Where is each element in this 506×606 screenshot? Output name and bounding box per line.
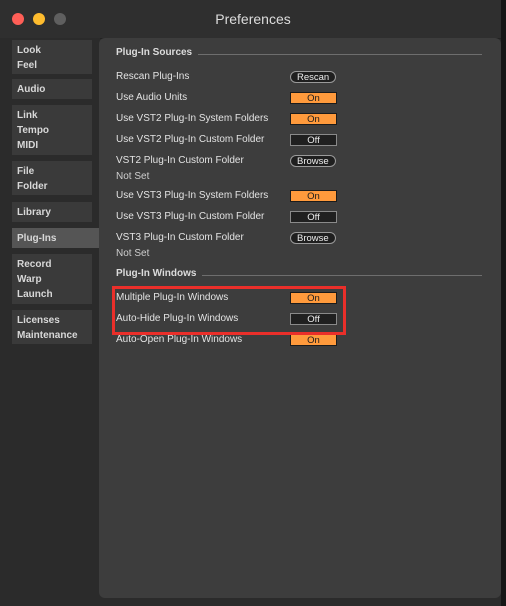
sidebar-item-label: Maintenance: [17, 330, 78, 341]
vst3-custom-folder-label: VST3 Plug-In Custom Folder: [116, 232, 244, 243]
section-divider: [202, 275, 482, 276]
section-divider: [198, 54, 482, 55]
sidebar-item-label: Tempo: [17, 125, 50, 136]
vst3-browse-button[interactable]: Browse: [290, 232, 336, 244]
auto-open-plug-in-windows-label: Auto-Open Plug-In Windows: [116, 334, 243, 345]
sidebar-item-label: Licenses: [17, 315, 60, 326]
preferences-sidebar: Look Feel Audio Link Tempo MIDI File Fol…: [0, 38, 102, 606]
use-audio-units-toggle[interactable]: On: [290, 92, 337, 104]
use-vst3-system-folders-label: Use VST3 Plug-In System Folders: [116, 190, 269, 201]
sidebar-item-label: File: [17, 166, 35, 177]
vst2-browse-button[interactable]: Browse: [290, 155, 336, 167]
title-bar: Preferences: [0, 0, 506, 39]
use-vst2-system-folders-toggle[interactable]: On: [290, 113, 337, 125]
sidebar-item-label: Warp: [17, 274, 42, 285]
use-vst3-custom-folder-toggle[interactable]: Off: [290, 211, 337, 223]
sidebar-item-plug-ins[interactable]: Plug-Ins: [12, 228, 102, 248]
sidebar-item-label: Plug-Ins: [17, 233, 57, 244]
sidebar-item-licenses-maintenance[interactable]: Licenses Maintenance: [12, 310, 92, 344]
use-vst3-system-folders-toggle[interactable]: On: [290, 190, 337, 202]
sidebar-item-audio[interactable]: Audio: [12, 79, 92, 99]
vst2-folder-status: Not Set: [116, 171, 150, 182]
sidebar-item-record-warp-launch[interactable]: Record Warp Launch: [12, 254, 92, 304]
window-edge: [501, 0, 506, 606]
sidebar-item-label: Library: [17, 207, 51, 218]
section-title-plug-in-windows: Plug-In Windows: [116, 268, 197, 279]
sidebar-item-label: Link: [17, 110, 38, 121]
sidebar-item-library[interactable]: Library: [12, 202, 92, 222]
window-title: Preferences: [215, 11, 291, 27]
sidebar-item-label: Feel: [17, 60, 38, 71]
sidebar-item-link-tempo-midi[interactable]: Link Tempo MIDI: [12, 105, 92, 155]
sidebar-item-label: Record: [17, 259, 52, 270]
vst2-custom-folder-label: VST2 Plug-In Custom Folder: [116, 155, 244, 166]
vst3-folder-status: Not Set: [116, 248, 150, 259]
sidebar-item-label: MIDI: [17, 140, 39, 151]
use-vst2-custom-folder-label: Use VST2 Plug-In Custom Folder: [116, 134, 265, 145]
sidebar-item-look-feel[interactable]: Look Feel: [12, 40, 92, 74]
use-vst2-custom-folder-toggle[interactable]: Off: [290, 134, 337, 146]
sidebar-item-label: Look: [17, 45, 41, 56]
use-audio-units-label: Use Audio Units: [116, 92, 188, 103]
sidebar-item-label: Audio: [17, 84, 46, 95]
auto-open-plug-in-windows-toggle[interactable]: On: [290, 334, 337, 346]
sidebar-item-label: Launch: [17, 289, 53, 300]
sidebar-item-file-folder[interactable]: File Folder: [12, 161, 92, 195]
red-highlight-annotation: [112, 286, 346, 335]
rescan-plug-ins-label: Rescan Plug-Ins: [116, 71, 190, 82]
sidebar-item-label: Folder: [17, 181, 48, 192]
use-vst3-custom-folder-label: Use VST3 Plug-In Custom Folder: [116, 211, 265, 222]
section-title-plug-in-sources: Plug-In Sources: [116, 47, 193, 58]
preferences-window: Preferences Look Feel Audio Link Tempo M…: [0, 0, 506, 606]
use-vst2-system-folders-label: Use VST2 Plug-In System Folders: [116, 113, 269, 124]
rescan-button[interactable]: Rescan: [290, 71, 337, 83]
